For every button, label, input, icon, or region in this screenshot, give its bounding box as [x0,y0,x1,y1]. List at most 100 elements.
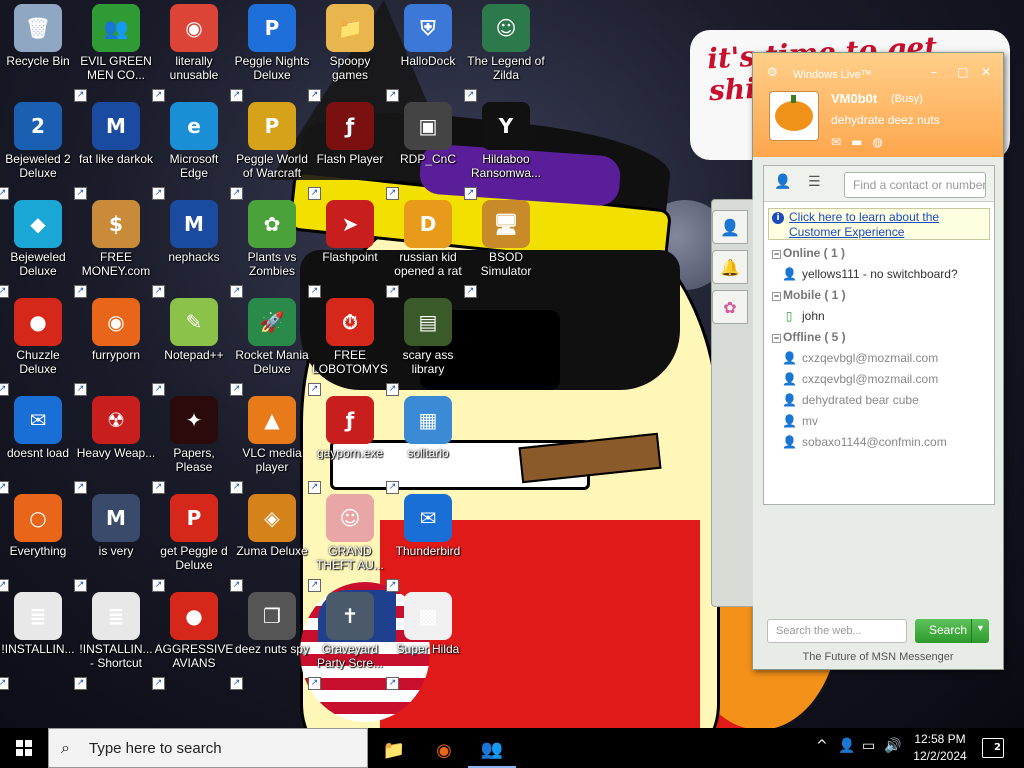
view-options-icon[interactable]: ☰ [808,174,832,194]
desktop-icon[interactable]: $ ↗ FREE MONEY.com [74,200,154,298]
desktop-icon[interactable]: 👥 ↗ EVIL GREEN MEN CO... [74,4,154,102]
folder-icon[interactable]: ▬ [851,135,872,149]
chevron-up-icon[interactable]: ^ [816,738,828,754]
contact-group-header[interactable]: − Offline ( 5 ) [772,330,846,344]
desktop-icon[interactable]: ▦ ↗ solitario [386,396,466,494]
web-search-input[interactable]: Search the web... [767,619,907,643]
desktop-icon-label: !INSTALLIN... - Shortcut [79,642,153,670]
add-contact-icon[interactable]: 👤 [774,174,798,194]
desktop-icon[interactable]: ≣ ↗ !INSTALLIN... [0,592,76,690]
desktop-icon[interactable]: ⏱ ↗ FREE LOBOTOMYS [308,298,388,396]
desktop-icon-label: Peggle Nights Deluxe [234,54,310,82]
desktop-icon[interactable]: Y ↗ Hildaboo Ransomwa... [464,102,544,200]
desktop-icon[interactable]: e ↗ Microsoft Edge [152,102,232,200]
contact-row[interactable]: 👤 dehydrated bear cube [782,393,988,407]
desktop-icon[interactable]: ❐ ↗ deez nuts spy [230,592,310,690]
info-bar-link[interactable]: i Click here to learn about the Customer… [768,208,990,240]
avatar[interactable] [769,91,819,141]
desktop-icon[interactable]: ● ↗ Chuzzle Deluxe [0,298,76,396]
desktop-icon[interactable]: ƒ ↗ gayporn.exe [308,396,388,494]
desktop-icon[interactable]: P ↗ Peggle Nights Deluxe [230,4,310,102]
taskbar-search-box[interactable]: ⌕ Type here to search [48,728,368,768]
start-button[interactable] [0,728,48,768]
flash-icon: ƒ [326,396,374,444]
desktop-icon[interactable]: ✦ ↗ Papers, Please [152,396,232,494]
close-icon[interactable]: ✕ [981,65,991,79]
collapse-icon[interactable]: − [772,292,781,301]
desktop-icon[interactable]: 📁 ↗ Spoopy games [308,4,388,102]
volume-icon[interactable]: 🔊 [884,738,901,754]
messenger-tray-icon[interactable]: 👤 [838,738,855,754]
network-icon[interactable]: ▭ [862,738,875,754]
contact-row[interactable]: 👤 cxzqevbgl@mozmail.com [782,351,988,365]
desktop-icon[interactable]: 🖥 ↗ BSOD Simulator [464,200,544,298]
personal-message[interactable]: dehydrate deez nuts [831,113,940,127]
notification-count: 2 [994,742,1001,753]
system-clock[interactable]: 12:58 PM 12/2/2024 [900,731,980,765]
document-icon: ≣ [14,592,62,640]
desktop-icon[interactable]: 2 ↗ Bejeweled 2 Deluxe [0,102,76,200]
display-name[interactable]: VM0b0t [831,91,877,106]
firefox-icon[interactable]: ◉ [420,732,468,768]
desktop-icon[interactable]: ✿ ↗ Plants vs Zombies [230,200,310,298]
desktop-icon[interactable]: ≣ ↗ !INSTALLIN... - Shortcut [74,592,154,690]
desktop-icon[interactable]: ◉ ↗ furryporn [74,298,154,396]
spaces-tab-icon[interactable]: ✿ [712,290,748,324]
contact-group-header[interactable]: − Online ( 1 ) [772,246,845,260]
contact-group-header[interactable]: − Mobile ( 1 ) [772,288,846,302]
messenger-window[interactable]: 👤 🔔 ✿ ⚙ Windows Live™ – □ ✕ VM0b0t (Busy… [711,52,1004,670]
messenger-menu-icon[interactable]: ⚙ [767,65,778,79]
file-explorer-icon[interactable]: 📁 [370,732,418,768]
minimize-icon[interactable]: – [931,65,937,79]
desktop-icon[interactable]: ☺ ↗ GRAND THEFT AU... [308,494,388,592]
desktop-icon[interactable]: ◈ ↗ Zuma Deluxe [230,494,310,592]
mail-icon[interactable]: ✉ [831,135,851,149]
desktop-icon[interactable]: 🚀 ↗ Rocket Mania Deluxe [230,298,310,396]
desktop-icon[interactable]: ✉ ↗ doesnt load [0,396,76,494]
find-contact-input[interactable]: Find a contact or number [844,172,986,198]
chevron-down-icon[interactable]: ▼ [971,619,989,643]
desktop-icon[interactable]: ✉ ↗ Thunderbird [386,494,466,592]
desktop-icon[interactable]: ⛨ ↗ HalloDock [386,4,466,102]
info-bar-text[interactable]: Click here to learn about the Customer E… [789,210,939,239]
desktop-icon[interactable]: D ↗ russian kid opened a rat [386,200,466,298]
shortcut-arrow-icon: ↗ [152,285,165,298]
contact-row[interactable]: 👤 mv [782,414,988,428]
desktop-icon[interactable]: ƒ ↗ Flash Player [308,102,388,200]
collapse-icon[interactable]: − [772,250,781,259]
desktop-icon[interactable]: ▣ ↗ RDP_CnC [386,102,466,200]
desktop-icon[interactable]: ◆ ↗ Bejeweled Deluxe [0,200,76,298]
alerts-tab-icon[interactable]: 🔔 [712,250,748,284]
desktop-icon-label: Plants vs Zombies [247,250,297,278]
contact-row[interactable]: 👤 yellows111 - no switchboard? [782,267,988,281]
desktop-icon[interactable]: M ↗ fat like darkok [74,102,154,200]
contact-row[interactable]: 👤 sobaxo1144@confmin.com [782,435,988,449]
desktop-icon[interactable]: ➤ ↗ Flashpoint [308,200,388,298]
desktop-icon[interactable]: P ↗ get Peggle d Deluxe [152,494,232,592]
notification-center-button[interactable]: 2 [982,738,1004,758]
contacts-tab-icon[interactable]: 👤 [712,210,748,244]
search-button[interactable]: Search ▼ [915,619,989,643]
globe-icon[interactable]: ◍ [872,135,892,149]
desktop-icon[interactable]: ☢ ↗ Heavy Weap... [74,396,155,494]
desktop-icon[interactable]: ○ ↗ Everything [0,494,76,592]
contact-row[interactable]: 👤 cxzqevbgl@mozmail.com [782,372,988,386]
thunderbird-icon: ✉ [14,396,62,444]
desktop-icon[interactable]: ● ↗ AGGRESSIVE AVIANS [152,592,233,690]
messenger-taskbar-icon[interactable]: 👥 [468,732,516,768]
collapse-icon[interactable]: − [772,334,781,343]
desktop-icon[interactable]: ☺ ↗ The Legend of Zilda [464,4,545,102]
desktop-icon[interactable]: ▤ ↗ scary ass library [386,298,466,396]
desktop-icon[interactable]: M ↗ nephacks [152,200,232,298]
desktop-icon[interactable]: M ↗ is very [74,494,154,592]
desktop-icon[interactable]: ▲ ↗ VLC media player [230,396,310,494]
desktop-icon[interactable]: ▩ ↗ Super Hilda [386,592,466,690]
desktop-icon[interactable]: ✝ ↗ Graveyard Party Scre... [308,592,388,690]
maximize-icon[interactable]: □ [957,65,968,79]
contact-row[interactable]: ▯ john [782,309,988,323]
desktop-icon[interactable]: P ↗ Peggle World of Warcraft [230,102,310,200]
status-selector[interactable]: (Busy) [891,93,923,105]
desktop-icon[interactable]: ✎ ↗ Notepad++ [152,298,232,396]
desktop-icon[interactable]: ◉ ↗ literally unusable [152,4,232,102]
desktop-icon[interactable]: 🗑 Recycle Bin [0,4,76,100]
